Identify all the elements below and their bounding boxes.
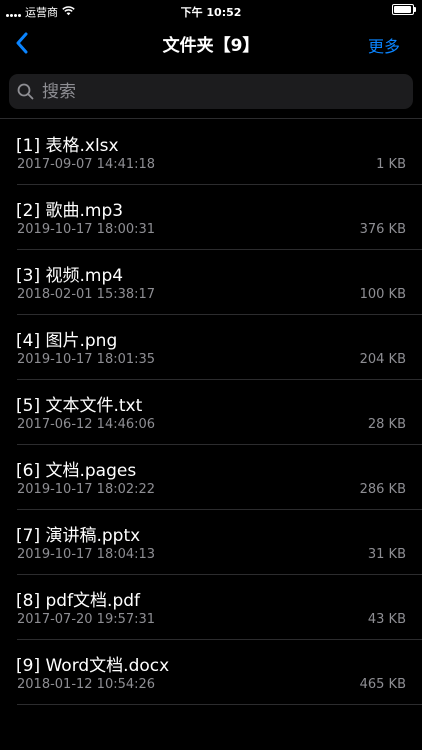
back-button[interactable] xyxy=(6,28,36,58)
file-size: 43 KB xyxy=(367,612,406,627)
file-name: [1] 表格.xlsx xyxy=(16,136,119,156)
file-date: 2019-10-17 18:04:13 xyxy=(17,547,156,562)
file-row[interactable]: [5] 文本文件.txt 2017-06-12 14:46:06 28 KB xyxy=(0,379,422,444)
file-size: 286 KB xyxy=(359,482,406,497)
file-row[interactable]: [4] 图片.png 2019-10-17 18:01:35 204 KB xyxy=(0,314,422,379)
file-list: [1] 表格.xlsx 2017-09-07 14:41:18 1 KB [2]… xyxy=(0,118,422,704)
file-name: [9] Word文档.docx xyxy=(16,656,170,676)
file-date: 2018-02-01 15:38:17 xyxy=(17,287,156,302)
file-date: 2019-10-17 18:01:35 xyxy=(17,352,156,367)
file-row[interactable]: [2] 歌曲.mp3 2019-10-17 18:00:31 376 KB xyxy=(0,184,422,249)
file-size: 28 KB xyxy=(367,417,406,432)
page-title: 文件夹【9】 xyxy=(162,35,260,56)
file-row[interactable]: [7] 演讲稿.pptx 2019-10-17 18:04:13 31 KB xyxy=(0,509,422,574)
file-name: [5] 文本文件.txt xyxy=(16,396,143,416)
search-input[interactable] xyxy=(40,80,405,103)
more-button[interactable]: 更多 xyxy=(368,33,400,57)
battery-icon xyxy=(392,4,416,15)
search-box[interactable] xyxy=(9,74,413,109)
search-bar xyxy=(0,64,422,109)
file-size: 31 KB xyxy=(367,547,406,562)
file-size: 376 KB xyxy=(359,222,406,237)
file-name: [7] 演讲稿.pptx xyxy=(16,526,141,546)
file-date: 2017-09-07 14:41:18 xyxy=(17,157,156,172)
file-size: 204 KB xyxy=(359,352,406,367)
chevron-left-icon xyxy=(16,32,27,54)
file-name: [4] 图片.png xyxy=(16,331,118,351)
file-row[interactable]: [6] 文档.pages 2019-10-17 18:02:22 286 KB xyxy=(0,444,422,509)
file-name: [8] pdf文档.pdf xyxy=(16,591,141,611)
file-date: 2017-06-12 14:46:06 xyxy=(17,417,156,432)
file-date: 2017-07-20 19:57:31 xyxy=(17,612,156,627)
file-date: 2018-01-12 10:54:26 xyxy=(17,677,156,692)
file-row[interactable]: [1] 表格.xlsx 2017-09-07 14:41:18 1 KB xyxy=(0,119,422,184)
status-bar: 运营商 下午 10:52 xyxy=(0,0,422,22)
file-date: 2019-10-17 18:00:31 xyxy=(17,222,156,237)
search-icon xyxy=(17,83,34,100)
file-size: 465 KB xyxy=(359,677,406,692)
file-row[interactable]: [8] pdf文档.pdf 2017-07-20 19:57:31 43 KB xyxy=(0,574,422,639)
file-name: [6] 文档.pages xyxy=(16,461,137,481)
navigation-bar: 文件夹【9】 更多 xyxy=(0,22,422,64)
file-row[interactable]: [9] Word文档.docx 2018-01-12 10:54:26 465 … xyxy=(0,639,422,704)
file-size: 100 KB xyxy=(359,287,406,302)
status-time: 下午 10:52 xyxy=(180,6,242,19)
file-size: 1 KB xyxy=(376,157,406,172)
file-row[interactable]: [3] 视频.mp4 2018-02-01 15:38:17 100 KB xyxy=(0,249,422,314)
file-date: 2019-10-17 18:02:22 xyxy=(17,482,156,497)
file-name: [3] 视频.mp4 xyxy=(16,266,124,286)
file-name: [2] 歌曲.mp3 xyxy=(16,201,124,221)
